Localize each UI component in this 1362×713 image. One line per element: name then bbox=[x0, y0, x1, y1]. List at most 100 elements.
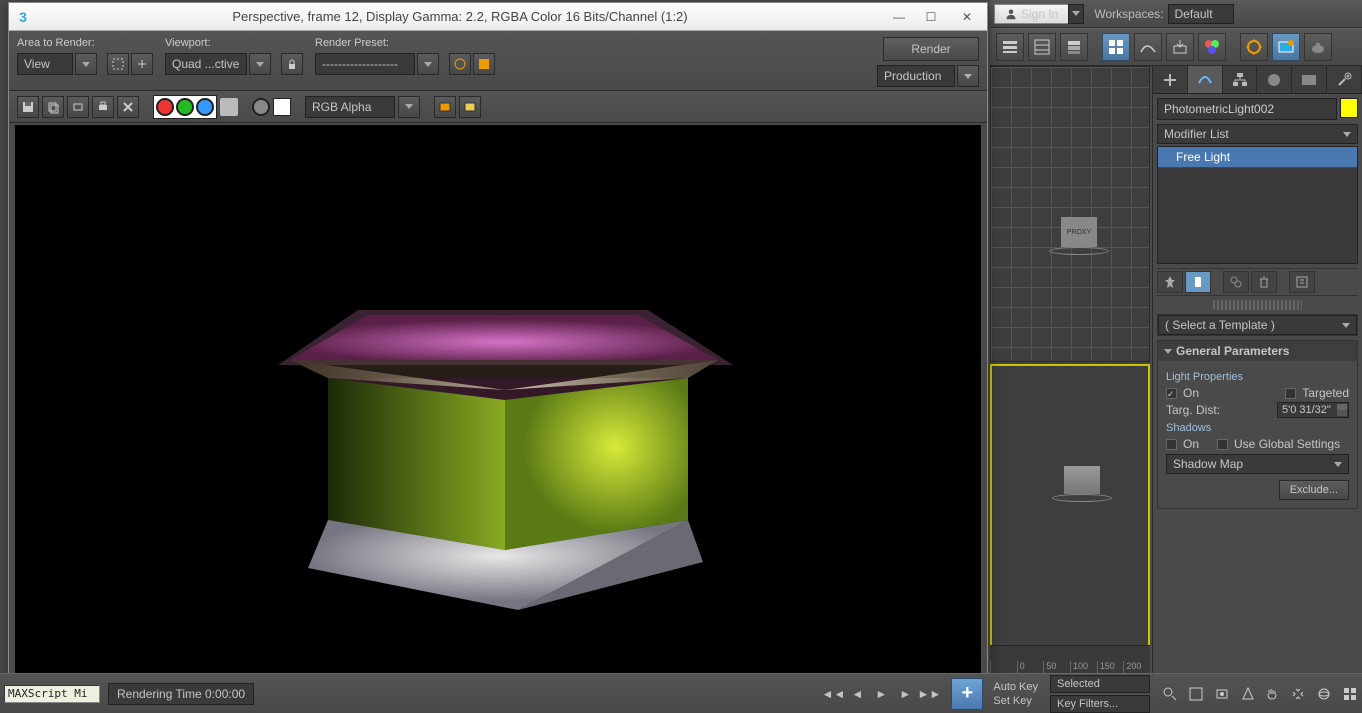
toolbar-btn-material[interactable] bbox=[1198, 33, 1226, 61]
print-icon bbox=[96, 100, 110, 114]
shadows-on-checkbox[interactable] bbox=[1166, 439, 1177, 450]
auto-key-button[interactable]: Auto Key bbox=[987, 681, 1044, 693]
copy-image-button[interactable] bbox=[42, 96, 64, 118]
key-filters-button[interactable]: Key Filters... bbox=[1050, 695, 1150, 713]
utilities-tab[interactable] bbox=[1327, 66, 1362, 93]
general-parameters-header[interactable]: General Parameters bbox=[1158, 341, 1357, 361]
fov-button[interactable] bbox=[1237, 683, 1259, 705]
viewport-perspective-active[interactable] bbox=[990, 364, 1150, 672]
red-channel-button[interactable] bbox=[156, 98, 174, 116]
monochrome-button[interactable] bbox=[252, 98, 270, 116]
object-color-swatch[interactable] bbox=[1340, 98, 1358, 118]
next-key-button[interactable]: ►► bbox=[918, 683, 940, 705]
clear-image-button[interactable] bbox=[117, 96, 139, 118]
green-channel-button[interactable] bbox=[176, 98, 194, 116]
preset-dropdown[interactable]: ------------------- bbox=[315, 53, 415, 75]
set-key-plus-button[interactable]: + bbox=[951, 678, 983, 710]
delete-icon bbox=[121, 100, 135, 114]
toolbar-btn-2[interactable] bbox=[1028, 33, 1056, 61]
hierarchy-tab[interactable] bbox=[1223, 66, 1258, 93]
environment-button[interactable] bbox=[473, 53, 495, 75]
key-mode-dropdown[interactable]: Selected bbox=[1050, 675, 1150, 693]
modify-tab[interactable] bbox=[1188, 66, 1223, 93]
display-tab[interactable] bbox=[1292, 66, 1327, 93]
print-image-button[interactable] bbox=[92, 96, 114, 118]
toolbar-btn-render-frame[interactable] bbox=[1272, 33, 1300, 61]
orbit-button[interactable] bbox=[1313, 683, 1335, 705]
preset-dropdown-arrow[interactable] bbox=[417, 53, 439, 75]
toggle-ui-button[interactable] bbox=[459, 96, 481, 118]
viewport-top[interactable]: PROXY bbox=[990, 66, 1150, 362]
set-key-button[interactable]: Set Key bbox=[987, 695, 1044, 707]
command-panel: Modifier List Free Light ( Select a Temp… bbox=[1152, 66, 1362, 674]
channel-dropdown-arrow[interactable] bbox=[398, 96, 420, 118]
toolbar-btn-curve[interactable] bbox=[1134, 33, 1162, 61]
production-dropdown[interactable]: Production bbox=[877, 65, 955, 87]
shadows-label: Shadows bbox=[1166, 422, 1349, 434]
maximize-viewport-button[interactable] bbox=[1339, 683, 1361, 705]
toolbar-btn-render-setup[interactable] bbox=[1240, 33, 1268, 61]
workspaces-dropdown[interactable]: Default bbox=[1168, 4, 1234, 24]
minimize-button[interactable]: — bbox=[883, 6, 915, 28]
show-end-result-button[interactable] bbox=[1185, 271, 1211, 293]
prev-key-button[interactable]: ◄◄ bbox=[822, 683, 844, 705]
pin-stack-button[interactable] bbox=[1157, 271, 1183, 293]
render-output-canvas[interactable] bbox=[15, 125, 981, 675]
render-button[interactable]: Render bbox=[883, 37, 979, 61]
walk-button[interactable] bbox=[1287, 683, 1309, 705]
prev-frame-button[interactable]: ◄ bbox=[846, 683, 868, 705]
remove-modifier-button[interactable] bbox=[1251, 271, 1277, 293]
targeted-checkbox[interactable] bbox=[1285, 388, 1296, 399]
configure-sets-button[interactable] bbox=[1289, 271, 1315, 293]
area-dropdown-arrow[interactable] bbox=[75, 53, 97, 75]
zoom-all-button[interactable] bbox=[1185, 683, 1207, 705]
create-tab[interactable] bbox=[1153, 66, 1188, 93]
clone-window-button[interactable] bbox=[67, 96, 89, 118]
close-button[interactable]: ✕ bbox=[947, 6, 987, 28]
zoom-extents-button[interactable] bbox=[1211, 683, 1233, 705]
toolbar-btn-3[interactable] bbox=[1060, 33, 1088, 61]
toolbar-btn-teapot[interactable] bbox=[1304, 33, 1332, 61]
object-name-field[interactable] bbox=[1157, 98, 1337, 120]
alpha-channel-button[interactable] bbox=[220, 98, 238, 116]
render-setup-button[interactable] bbox=[449, 53, 471, 75]
toolbar-btn-import[interactable] bbox=[1166, 33, 1194, 61]
next-frame-button[interactable]: ► bbox=[894, 683, 916, 705]
motion-tab[interactable] bbox=[1257, 66, 1292, 93]
pan-button[interactable] bbox=[1261, 683, 1283, 705]
save-image-button[interactable] bbox=[17, 96, 39, 118]
box-object bbox=[1064, 466, 1100, 494]
use-global-checkbox[interactable] bbox=[1217, 439, 1228, 450]
edit-region-button[interactable] bbox=[107, 53, 129, 75]
make-unique-button[interactable] bbox=[1223, 271, 1249, 293]
window-titlebar[interactable]: 3 Perspective, frame 12, Display Gamma: … bbox=[9, 3, 987, 31]
targ-dist-spinner[interactable]: 5'0 31/32" bbox=[1277, 402, 1349, 418]
toggle-overlay-button[interactable] bbox=[434, 96, 456, 118]
maximize-button[interactable]: ☐ bbox=[915, 6, 947, 28]
viewport-dropdown[interactable]: Quad ...ctive bbox=[165, 53, 247, 75]
clear-color-button[interactable] bbox=[273, 98, 291, 116]
production-dropdown-arrow[interactable] bbox=[957, 65, 979, 87]
maxscript-listener[interactable]: MAXScript Mi bbox=[4, 685, 100, 703]
zoom-button[interactable] bbox=[1159, 683, 1181, 705]
toolbar-btn-1[interactable] bbox=[996, 33, 1024, 61]
play-button[interactable]: ► bbox=[870, 683, 892, 705]
toolbar-btn-grid[interactable] bbox=[1102, 33, 1130, 61]
modifier-stack[interactable]: Free Light bbox=[1157, 146, 1358, 264]
sign-in-dropdown[interactable] bbox=[1068, 4, 1084, 24]
shadow-type-dropdown[interactable]: Shadow Map bbox=[1166, 454, 1349, 474]
blue-channel-button[interactable] bbox=[196, 98, 214, 116]
template-dropdown[interactable]: ( Select a Template ) bbox=[1158, 315, 1357, 335]
lock-viewport-button[interactable] bbox=[281, 53, 303, 75]
stack-item-free-light[interactable]: Free Light bbox=[1158, 147, 1357, 168]
area-dropdown[interactable]: View bbox=[17, 53, 73, 75]
channel-display-dropdown[interactable]: RGB Alpha bbox=[305, 96, 395, 118]
auto-region-button[interactable] bbox=[131, 53, 153, 75]
exclude-button[interactable]: Exclude... bbox=[1279, 480, 1349, 500]
sign-in-button[interactable]: Sign In bbox=[994, 4, 1069, 24]
time-ruler[interactable]: 0 50 100 150 200 bbox=[990, 645, 1150, 673]
modifier-list-dropdown[interactable]: Modifier List bbox=[1157, 124, 1358, 144]
light-on-checkbox[interactable] bbox=[1166, 388, 1177, 399]
rollout-drag-handle[interactable] bbox=[1213, 300, 1302, 310]
viewport-dropdown-arrow[interactable] bbox=[249, 53, 271, 75]
